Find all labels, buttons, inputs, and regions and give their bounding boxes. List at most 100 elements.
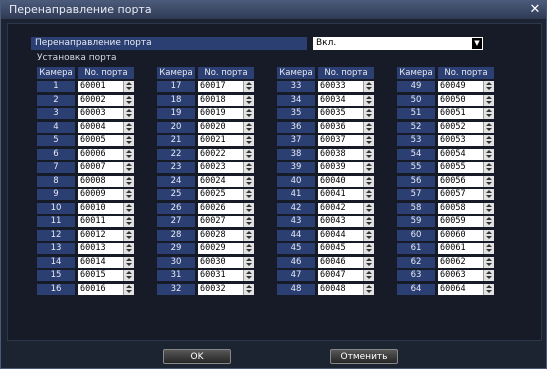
spinner-icon[interactable] xyxy=(483,81,494,92)
spinner-icon[interactable] xyxy=(363,284,374,295)
port-column-header: No. порта xyxy=(438,67,494,79)
spinner-icon[interactable] xyxy=(483,284,494,295)
camera-number: 27 xyxy=(157,216,195,227)
camera-number: 40 xyxy=(277,176,315,187)
forwarding-value: Вкл. xyxy=(316,38,337,48)
spinner-icon[interactable] xyxy=(243,149,254,160)
camera-number: 32 xyxy=(157,284,195,295)
camera-number: 18 xyxy=(157,95,195,106)
camera-number: 22 xyxy=(157,149,195,160)
spinner-icon[interactable] xyxy=(483,149,494,160)
spinner-icon[interactable] xyxy=(363,216,374,227)
camera-number: 26 xyxy=(157,203,195,214)
spinner-icon[interactable] xyxy=(363,230,374,241)
spinner-icon[interactable] xyxy=(363,189,374,200)
spinner-icon[interactable] xyxy=(483,162,494,173)
camera-number: 2 xyxy=(37,95,75,106)
dropdown-arrow-icon[interactable]: ▼ xyxy=(472,38,482,49)
camera-number: 36 xyxy=(277,122,315,133)
spinner-icon[interactable] xyxy=(123,81,134,92)
camera-number: 16 xyxy=(37,284,75,295)
camera-number: 39 xyxy=(277,162,315,173)
spinner-icon[interactable] xyxy=(483,122,494,133)
spinner-icon[interactable] xyxy=(123,149,134,160)
spinner-icon[interactable] xyxy=(483,257,494,268)
camera-number: 64 xyxy=(397,284,435,295)
spinner-icon[interactable] xyxy=(123,122,134,133)
spinner-icon[interactable] xyxy=(363,81,374,92)
spinner-icon[interactable] xyxy=(243,108,254,119)
spinner-icon[interactable] xyxy=(123,108,134,119)
spinner-icon[interactable] xyxy=(243,162,254,173)
spinner-icon[interactable] xyxy=(123,270,134,281)
camera-number: 1 xyxy=(37,81,75,92)
spinner-icon[interactable] xyxy=(243,135,254,146)
camera-column-header: Камера xyxy=(157,67,195,79)
camera-number: 28 xyxy=(157,230,195,241)
port-column-header: No. порта xyxy=(78,67,134,79)
camera-group: КамераNo. порта33 34 35 36 37 38 39 40 41 42 43 44 4… xyxy=(277,67,374,297)
spinner-icon[interactable] xyxy=(243,257,254,268)
spinner-icon[interactable] xyxy=(363,243,374,254)
spinner-icon[interactable] xyxy=(243,270,254,281)
spinner-icon[interactable] xyxy=(363,149,374,160)
spinner-icon[interactable] xyxy=(123,135,134,146)
spinner-icon[interactable] xyxy=(483,189,494,200)
ok-button[interactable]: OK xyxy=(163,349,231,364)
camera-number: 11 xyxy=(37,216,75,227)
spinner-icon[interactable] xyxy=(123,176,134,187)
camera-number: 37 xyxy=(277,135,315,146)
spinner-icon[interactable] xyxy=(483,135,494,146)
spinner-icon[interactable] xyxy=(243,189,254,200)
spinner-icon[interactable] xyxy=(243,243,254,254)
spinner-icon[interactable] xyxy=(123,203,134,214)
spinner-icon[interactable] xyxy=(363,135,374,146)
spinner-icon[interactable] xyxy=(483,176,494,187)
spinner-icon[interactable] xyxy=(243,122,254,133)
camera-number: 62 xyxy=(397,257,435,268)
spinner-icon[interactable] xyxy=(483,108,494,119)
spinner-icon[interactable] xyxy=(123,284,134,295)
spinner-icon[interactable] xyxy=(363,122,374,133)
spinner-icon[interactable] xyxy=(123,162,134,173)
camera-number: 23 xyxy=(157,162,195,173)
spinner-icon[interactable] xyxy=(243,95,254,106)
camera-number: 17 xyxy=(157,81,195,92)
spinner-icon[interactable] xyxy=(363,257,374,268)
port-column-header: No. порта xyxy=(198,67,254,79)
spinner-icon[interactable] xyxy=(123,95,134,106)
spinner-icon[interactable] xyxy=(363,162,374,173)
spinner-icon[interactable] xyxy=(123,243,134,254)
spinner-icon[interactable] xyxy=(483,270,494,281)
cancel-button[interactable]: Отменить xyxy=(330,349,398,364)
spinner-icon[interactable] xyxy=(363,108,374,119)
spinner-icon[interactable] xyxy=(123,230,134,241)
spinner-icon[interactable] xyxy=(483,216,494,227)
spinner-icon[interactable] xyxy=(483,203,494,214)
camera-number: 45 xyxy=(277,243,315,254)
camera-number: 63 xyxy=(397,270,435,281)
camera-number: 50 xyxy=(397,95,435,106)
forwarding-select[interactable]: Вкл. ▼ xyxy=(313,37,483,50)
spinner-icon[interactable] xyxy=(243,203,254,214)
spinner-icon[interactable] xyxy=(243,284,254,295)
spinner-icon[interactable] xyxy=(363,95,374,106)
spinner-icon[interactable] xyxy=(363,176,374,187)
spinner-icon[interactable] xyxy=(243,176,254,187)
spinner-icon[interactable] xyxy=(483,243,494,254)
camera-number: 30 xyxy=(157,257,195,268)
camera-number: 48 xyxy=(277,284,315,295)
spinner-icon[interactable] xyxy=(483,95,494,106)
camera-number: 3 xyxy=(37,108,75,119)
spinner-icon[interactable] xyxy=(243,230,254,241)
spinner-icon[interactable] xyxy=(243,216,254,227)
spinner-icon[interactable] xyxy=(123,216,134,227)
close-icon[interactable]: ✕ xyxy=(529,1,541,19)
spinner-icon[interactable] xyxy=(123,257,134,268)
spinner-icon[interactable] xyxy=(363,270,374,281)
spinner-icon[interactable] xyxy=(483,230,494,241)
spinner-icon[interactable] xyxy=(243,81,254,92)
spinner-icon[interactable] xyxy=(123,189,134,200)
spinner-icon[interactable] xyxy=(363,203,374,214)
camera-number: 31 xyxy=(157,270,195,281)
